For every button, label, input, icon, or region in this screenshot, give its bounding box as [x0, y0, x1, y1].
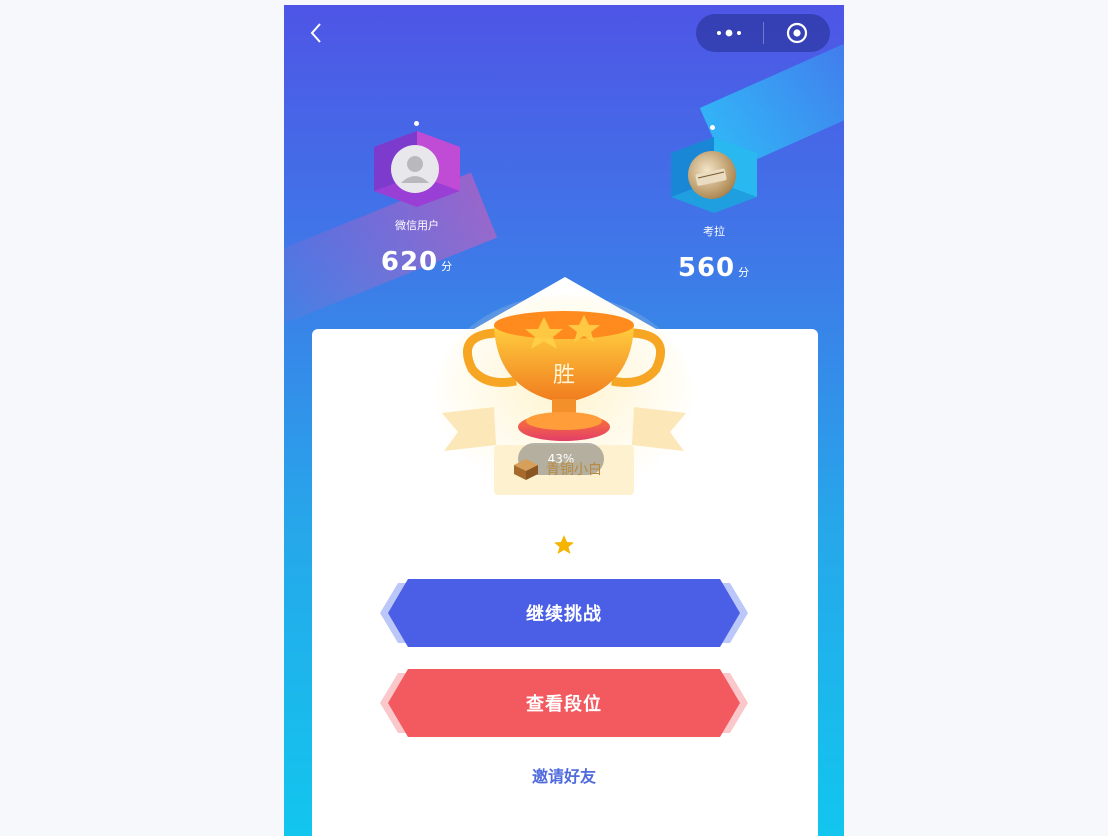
default-user-icon	[401, 156, 429, 183]
star-icon	[554, 535, 574, 554]
back-button[interactable]	[298, 15, 334, 51]
invite-friends-link[interactable]: 邀请好友	[514, 763, 614, 787]
user-photo	[695, 168, 727, 186]
player-name: 考拉	[703, 225, 725, 238]
player-cube	[669, 135, 759, 215]
more-dots-icon	[717, 29, 742, 37]
view-rank-button[interactable]: 查看段位	[378, 669, 750, 737]
player-name: 微信用户	[395, 219, 439, 232]
mini-program-capsule	[696, 14, 830, 52]
sparkle-dot	[414, 121, 419, 126]
rank-badge: 青铜小白	[512, 457, 642, 481]
player-left: 微信用户 620 分	[347, 129, 487, 277]
rank-name: 青铜小白	[546, 462, 602, 478]
rank-stars	[552, 533, 576, 557]
more-button[interactable]	[696, 14, 763, 52]
player-right: 考拉 560 分	[644, 135, 784, 283]
player-score: 560 分	[677, 253, 751, 283]
player-score: 620 分	[380, 247, 454, 277]
trophy-text: 胜	[552, 363, 575, 388]
avatar[interactable]	[688, 151, 736, 199]
player-cube	[372, 129, 462, 209]
avatar[interactable]	[391, 145, 439, 193]
continue-challenge-button[interactable]: 继续挑战	[378, 579, 750, 647]
close-button[interactable]	[764, 14, 831, 52]
chevron-left-icon	[310, 23, 321, 43]
sparkle-dot	[710, 125, 715, 130]
game-result-screen: 微信用户 620 分 考拉 560 分 胜 43% 青铜小白 继续挑战 查看段位…	[284, 5, 844, 836]
bronze-box-icon	[514, 459, 538, 480]
target-close-icon	[786, 22, 807, 44]
